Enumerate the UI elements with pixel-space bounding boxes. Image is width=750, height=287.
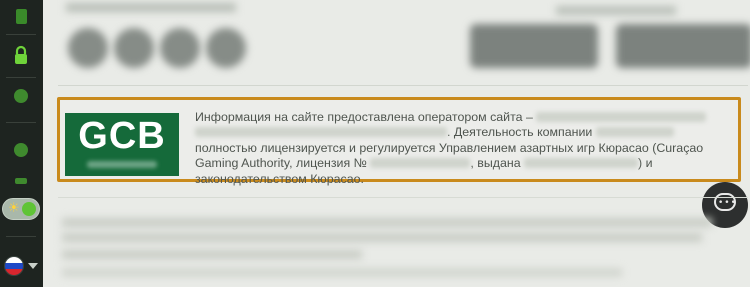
redacted-operator-name	[195, 127, 447, 138]
license-text-part: , выдана	[470, 156, 521, 171]
blurred-text	[556, 6, 676, 15]
gcb-logo: GCB	[65, 113, 179, 176]
gcb-logo-text: GCB	[78, 115, 166, 157]
lock-icon[interactable]	[7, 42, 35, 70]
blurred-text	[62, 233, 702, 242]
divider	[58, 85, 748, 86]
left-sidebar: ☀	[0, 0, 43, 287]
toggle-knob	[22, 202, 36, 216]
trophy-icon[interactable]	[7, 172, 35, 200]
app-button[interactable]	[616, 24, 750, 68]
redacted-license-number	[370, 157, 471, 168]
social-icon[interactable]	[160, 28, 200, 68]
blurred-text	[66, 3, 236, 12]
redacted-company-name	[595, 127, 674, 138]
blurred-text	[62, 250, 362, 259]
divider	[58, 197, 748, 198]
app-button[interactable]	[470, 24, 598, 68]
cards-icon[interactable]	[7, 4, 35, 32]
chat-dots: •••	[718, 198, 737, 208]
bonus-icon[interactable]	[7, 82, 35, 110]
theme-toggle[interactable]: ☀	[2, 198, 40, 220]
license-info-box: GCB Информация на сайте предоставлена оп…	[57, 97, 741, 186]
blurred-text	[62, 268, 622, 277]
license-text-part: Информация на сайте предоставлена операт…	[195, 110, 533, 124]
blurred-logo-subtitle	[87, 161, 157, 168]
social-icon[interactable]	[206, 28, 246, 68]
blurred-text	[62, 218, 712, 227]
social-icon[interactable]	[114, 28, 154, 68]
license-text: Информация на сайте предоставлена операт…	[195, 110, 735, 187]
games-icon[interactable]	[7, 136, 35, 164]
redacted-operator-name	[536, 111, 707, 122]
sun-icon: ☀	[8, 201, 20, 216]
social-icon[interactable]	[68, 28, 108, 68]
russia-flag-icon[interactable]	[4, 256, 24, 276]
redacted-issue-date	[524, 157, 639, 168]
license-text-part: . Деятельность компании	[447, 125, 593, 140]
chevron-down-icon[interactable]	[28, 263, 38, 269]
